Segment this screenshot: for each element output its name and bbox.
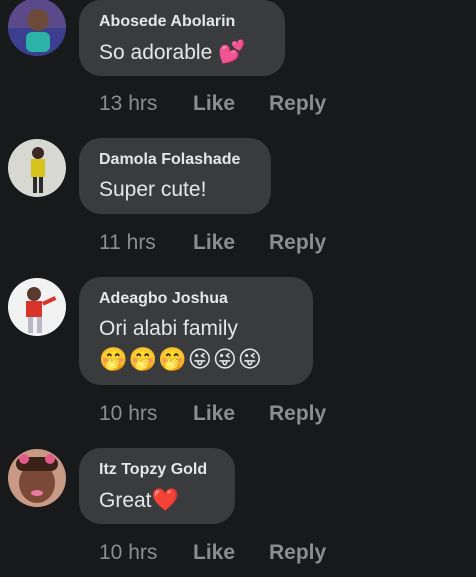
- comment-bubble: Damola Folashade Super cute!: [79, 138, 271, 214]
- comment-bubble: Abosede Abolarin So adorable 💕: [79, 0, 285, 76]
- hearts-emoji: 💕: [218, 39, 246, 64]
- comment-bubble: Adeagbo Joshua Ori alabi family 🤭🤭🤭😜😜😜: [79, 277, 313, 385]
- avatar[interactable]: [8, 449, 66, 507]
- comment-author[interactable]: Itz Topzy Gold: [99, 460, 215, 480]
- avatar[interactable]: [8, 139, 66, 197]
- comment-text: Super cute!: [99, 178, 207, 201]
- comment-timestamp[interactable]: 10 hrs: [99, 402, 193, 426]
- avatar[interactable]: [8, 0, 66, 56]
- comment-text: Great❤️: [99, 486, 215, 515]
- reply-button[interactable]: Reply: [269, 231, 326, 255]
- emoji-row: 🤭🤭🤭😜😜😜: [99, 346, 263, 372]
- heart-emoji: ❤️: [151, 487, 179, 512]
- reply-button[interactable]: Reply: [269, 402, 326, 426]
- comment-text: So adorable 💕: [99, 38, 265, 67]
- comment-text-content: Great: [99, 489, 152, 512]
- comment-text: Ori alabi family: [99, 317, 238, 340]
- like-button[interactable]: Like: [193, 541, 269, 565]
- reply-button[interactable]: Reply: [269, 92, 326, 116]
- comment-text-content: So adorable: [99, 41, 213, 64]
- like-button[interactable]: Like: [193, 402, 269, 426]
- avatar[interactable]: [8, 278, 66, 336]
- comment-timestamp[interactable]: 10 hrs: [99, 541, 193, 565]
- comment-author[interactable]: Adeagbo Joshua: [99, 289, 293, 309]
- comment-author[interactable]: Abosede Abolarin: [99, 12, 265, 32]
- comment-actions: 10 hrs Like Reply: [99, 402, 326, 426]
- like-button[interactable]: Like: [193, 92, 269, 116]
- comment-timestamp[interactable]: 11 hrs: [99, 231, 193, 255]
- comment-timestamp[interactable]: 13 hrs: [99, 92, 193, 116]
- comment-bubble: Itz Topzy Gold Great❤️: [79, 448, 235, 524]
- reply-button[interactable]: Reply: [269, 541, 326, 565]
- comment-actions: 13 hrs Like Reply: [99, 92, 326, 116]
- comment-actions: 10 hrs Like Reply: [99, 541, 326, 565]
- like-button[interactable]: Like: [193, 231, 269, 255]
- comment-author[interactable]: Damola Folashade: [99, 150, 251, 170]
- comment-actions: 11 hrs Like Reply: [99, 231, 326, 255]
